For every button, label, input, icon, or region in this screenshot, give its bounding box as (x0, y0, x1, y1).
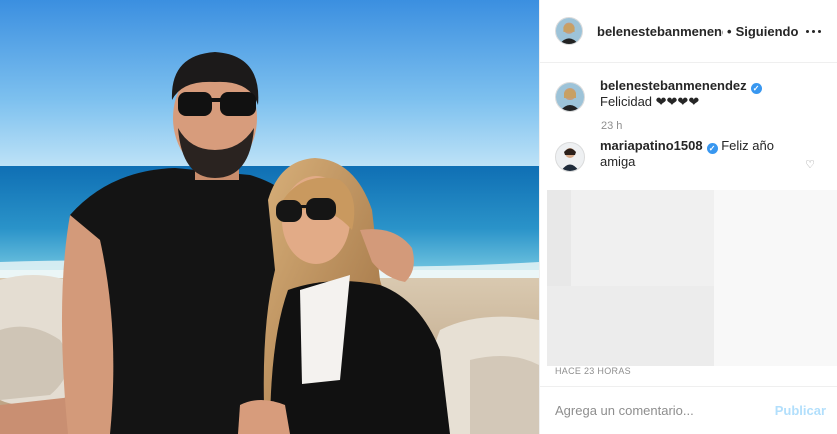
author-avatar[interactable] (555, 17, 583, 45)
beach-couple-photo (0, 0, 539, 434)
author-username[interactable]: belenestebanmenendez (597, 24, 723, 39)
verified-badge-icon: ✓ (750, 83, 762, 94)
author-line: belenestebanmenendez • Siguiendo (597, 24, 802, 39)
post-photo[interactable] (0, 0, 539, 434)
publish-button[interactable]: Publicar (775, 403, 826, 418)
commenter-username[interactable]: mariapatino1508 (600, 138, 703, 153)
post-sidebar: belenestebanmenendez • Siguiendo belenes… (539, 0, 837, 434)
caption-time[interactable]: 23 h (601, 120, 822, 132)
comment: mariapatino1508 ✓ Feliz año amiga (555, 138, 822, 172)
follow-status[interactable]: Siguiendo (736, 24, 799, 39)
caption-text: Felicidad ❤❤❤❤ (600, 94, 700, 109)
caption-body: belenestebanmenendez ✓ Felicidad ❤❤❤❤ (600, 78, 762, 110)
post-header: belenestebanmenendez • Siguiendo (540, 0, 837, 63)
comment-body: mariapatino1508 ✓ Feliz año amiga (600, 138, 790, 170)
caption-username[interactable]: belenestebanmenendez (600, 78, 747, 93)
caption-avatar[interactable] (555, 82, 585, 112)
post-timestamp[interactable]: HACE 23 HORAS (555, 366, 631, 376)
heart-icon[interactable]: ♡ (805, 158, 815, 171)
caption: belenestebanmenendez ✓ Felicidad ❤❤❤❤ (555, 78, 822, 112)
instagram-post: belenestebanmenendez • Siguiendo belenes… (0, 0, 837, 434)
comment-input[interactable] (555, 403, 775, 418)
verified-badge-icon: ✓ (706, 143, 718, 154)
commenter-avatar[interactable] (555, 142, 585, 172)
more-options-icon[interactable] (802, 21, 824, 41)
separator-dot: • (727, 23, 732, 39)
add-comment-bar: Publicar (540, 386, 837, 434)
loading-placeholder (547, 190, 837, 366)
